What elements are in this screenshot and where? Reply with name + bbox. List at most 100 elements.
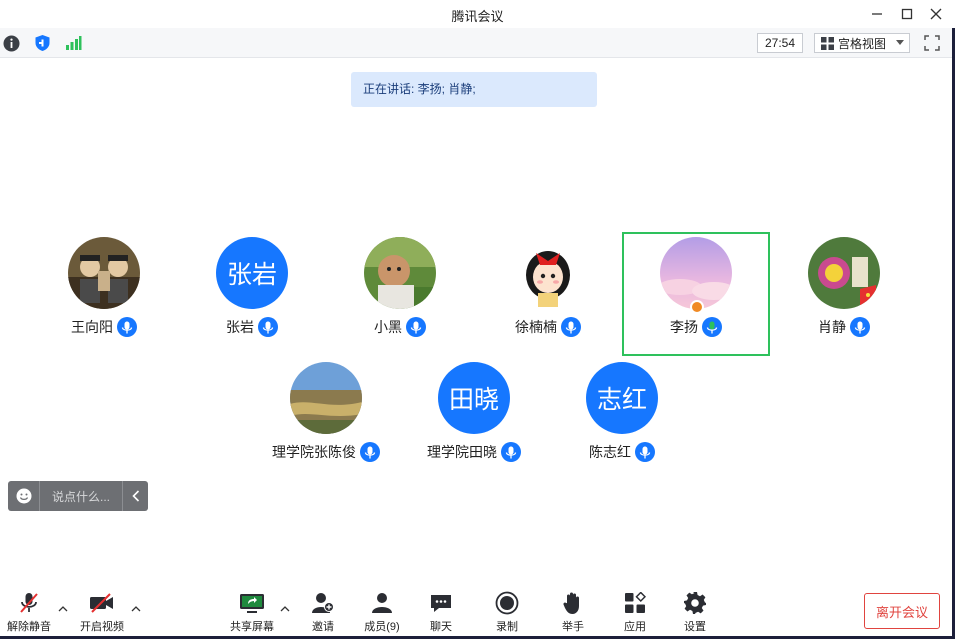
emoji-icon [16, 488, 31, 504]
unmute-button[interactable]: 解除静音 [0, 590, 59, 636]
avatar [660, 237, 732, 309]
participant-tile[interactable]: 肖静 [770, 232, 918, 356]
start-video-button[interactable]: 开启视频 [72, 590, 132, 636]
participant-name: 理学院张陈俊 [272, 444, 356, 460]
mic-icon [501, 442, 521, 462]
bottom-toolbar: 解除静音 开启视频 共享屏幕 邀请 成员(9) 聊天 录制 举手 应用 设置 [0, 586, 955, 639]
collapse-chat-button[interactable] [122, 481, 148, 511]
share-screen-icon [240, 594, 264, 613]
participant-name: 王向阳 [71, 319, 113, 335]
participant-tile[interactable]: 徐楠楠 [474, 232, 622, 356]
members-button[interactable]: 成员(9) [352, 590, 412, 636]
start-video-label: 开启视频 [80, 621, 124, 633]
maximize-button[interactable] [896, 3, 918, 25]
chat-label: 聊天 [430, 621, 452, 633]
security-button[interactable] [33, 34, 51, 52]
participant-name: 张岩 [226, 319, 254, 335]
mic-icon [360, 442, 380, 462]
emoji-button[interactable] [8, 481, 40, 511]
apps-icon [625, 592, 646, 613]
mic-icon [850, 317, 870, 337]
avatar: 志红 [586, 362, 658, 434]
mic-muted-icon [20, 593, 38, 613]
gear-icon [684, 592, 706, 614]
view-mode-dropdown[interactable]: 宫格视图 [814, 33, 910, 53]
leave-meeting-button[interactable]: 离开会议 [864, 593, 940, 629]
settings-label: 设置 [684, 621, 706, 633]
meeting-timer: 27:54 [757, 33, 803, 53]
raise-hand-button[interactable]: 举手 [543, 590, 603, 636]
maximize-icon [901, 8, 913, 20]
meeting-info-button[interactable] [2, 34, 20, 52]
chevron-down-icon [896, 40, 905, 45]
avatar [512, 237, 584, 309]
mic-icon [635, 442, 655, 462]
participant-tile[interactable]: 张岩 张岩 [178, 232, 326, 356]
participant-name: 陈志红 [589, 444, 631, 460]
hand-icon [563, 592, 579, 614]
share-options-button[interactable] [279, 603, 291, 613]
participant-name: 小黑 [374, 319, 402, 335]
mic-icon [406, 317, 426, 337]
speaking-banner: 正在讲话: 李扬; 肖静; [351, 72, 597, 107]
share-screen-button[interactable]: 共享屏幕 [222, 590, 282, 636]
shield-icon [35, 35, 49, 51]
chat-input[interactable]: 说点什么... [40, 488, 122, 505]
mic-icon [258, 317, 278, 337]
participant-tile[interactable]: 小黑 [326, 232, 474, 356]
chevron-left-icon [131, 490, 139, 502]
participant-tile[interactable]: 理学院张陈俊 [252, 357, 400, 481]
invite-button[interactable]: 邀请 [293, 590, 353, 636]
mic-icon [117, 317, 137, 337]
add-user-icon [312, 593, 334, 613]
chat-icon [431, 595, 451, 612]
participant-tile[interactable]: 志红 陈志红 [548, 357, 696, 481]
info-bar: 27:54 宫格视图 [0, 28, 955, 58]
fullscreen-button[interactable] [924, 35, 940, 51]
minimize-button[interactable] [866, 3, 888, 25]
chevron-up-icon [280, 605, 290, 611]
share-screen-label: 共享屏幕 [230, 621, 274, 633]
audio-options-button[interactable] [57, 603, 69, 613]
participant-tile[interactable]: 王向阳 [30, 232, 178, 356]
info-icon [3, 35, 19, 51]
apps-label: 应用 [624, 621, 646, 633]
unmute-label: 解除静音 [7, 621, 51, 633]
invite-label: 邀请 [312, 621, 334, 633]
close-icon [930, 8, 942, 20]
avatar: 田晓 [438, 362, 510, 434]
quick-chat-bar: 说点什么... [8, 481, 148, 511]
record-icon [495, 591, 519, 615]
mic-icon [561, 317, 581, 337]
chevron-up-icon [131, 605, 141, 611]
avatar [290, 362, 362, 434]
network-status-button[interactable] [64, 34, 82, 52]
avatar [808, 237, 880, 309]
record-button[interactable]: 录制 [477, 590, 537, 636]
mic-speaking-icon [702, 317, 722, 337]
record-label: 录制 [496, 621, 518, 633]
avatar: 张岩 [216, 237, 288, 309]
members-label: 成员(9) [364, 621, 400, 633]
participant-name: 理学院田晓 [427, 444, 497, 460]
participant-name: 肖静 [818, 319, 846, 335]
participant-tile[interactable]: 田晓 理学院田晓 [400, 357, 548, 481]
apps-button[interactable]: 应用 [605, 590, 665, 636]
signal-icon [65, 36, 81, 50]
participant-tile-active[interactable]: 李扬 [622, 232, 770, 356]
minimize-icon [872, 13, 882, 15]
host-badge-icon [690, 300, 704, 314]
user-icon [372, 593, 392, 613]
window-title: 腾讯会议 [451, 9, 504, 24]
avatar [68, 237, 140, 309]
fullscreen-icon [924, 35, 940, 51]
camera-off-icon [90, 593, 113, 613]
close-button[interactable] [925, 3, 947, 25]
chat-button[interactable]: 聊天 [411, 590, 471, 636]
grid-icon [821, 36, 834, 50]
avatar [364, 237, 436, 309]
view-mode-label: 宫格视图 [838, 36, 887, 51]
chevron-up-icon [58, 605, 68, 611]
settings-button[interactable]: 设置 [665, 590, 725, 636]
video-options-button[interactable] [130, 603, 142, 613]
